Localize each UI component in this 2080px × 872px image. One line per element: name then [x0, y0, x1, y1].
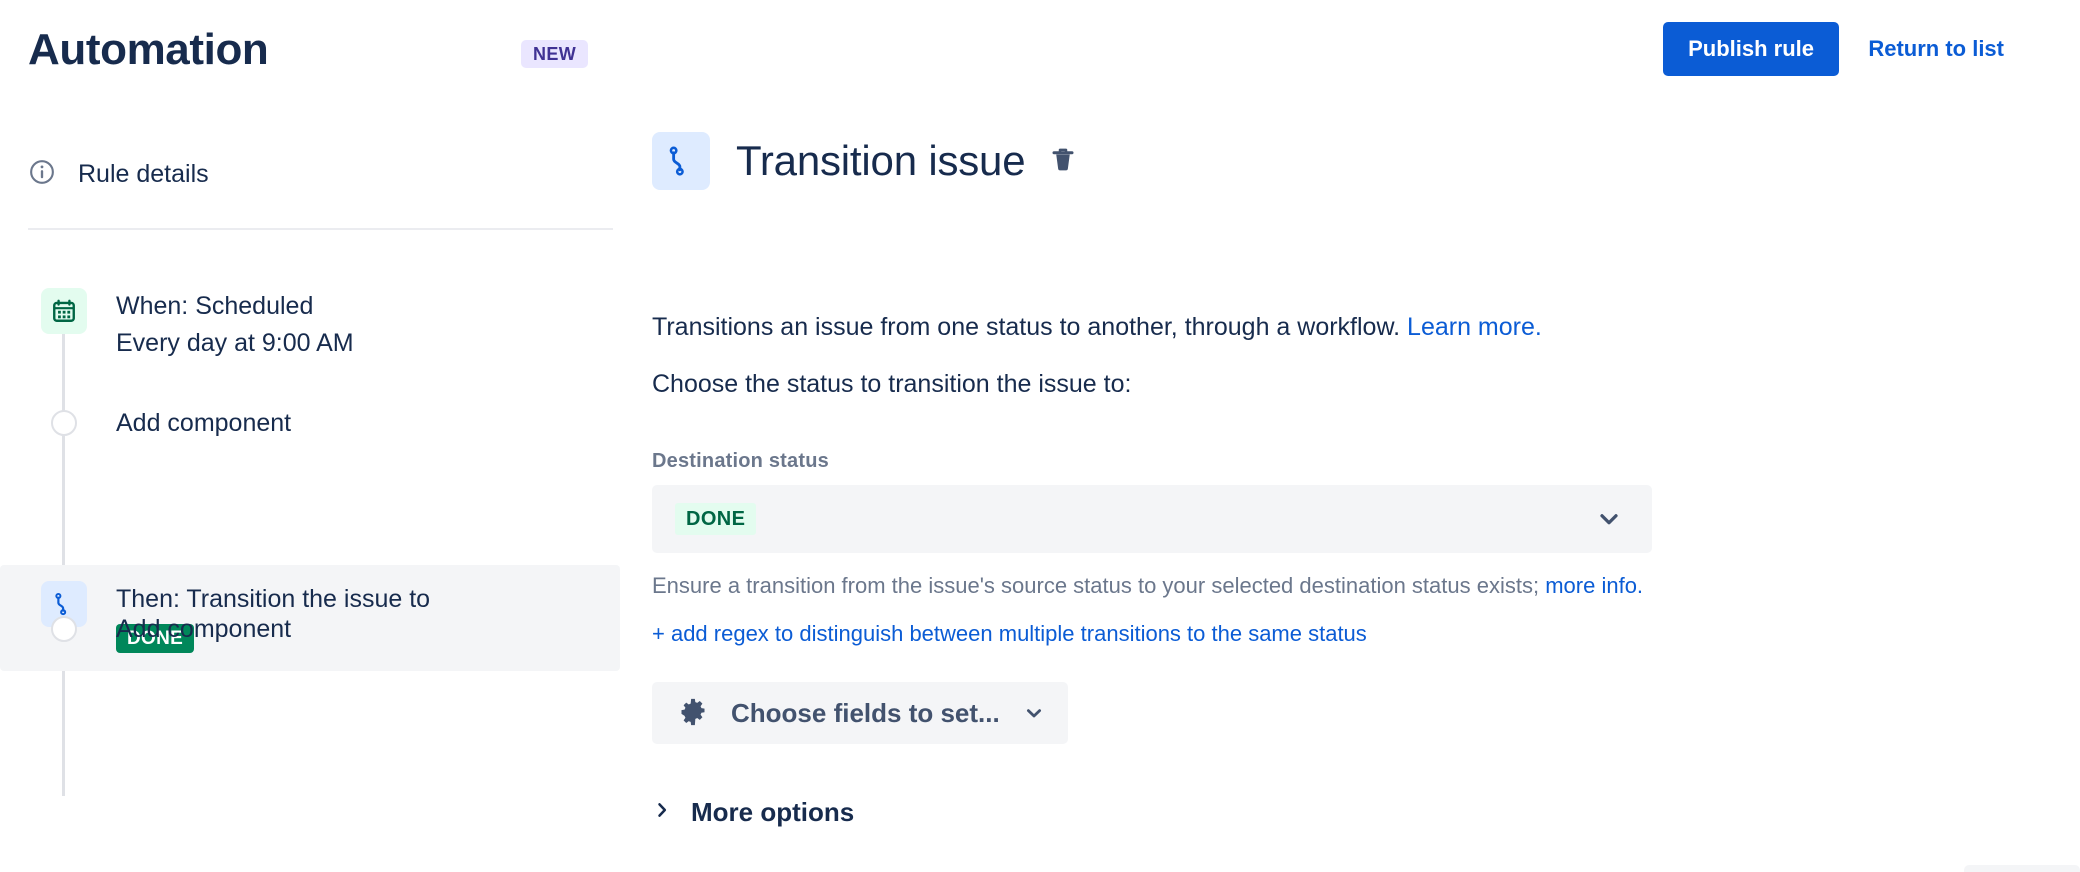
- more-info-link[interactable]: more info.: [1545, 573, 1643, 598]
- rule-node-title: Add component: [116, 408, 292, 437]
- helper-text: Ensure a transition from the issue's sou…: [652, 573, 1540, 598]
- sidebar-divider: [28, 228, 613, 230]
- transition-icon: [652, 132, 710, 190]
- destination-status-helper-text: Ensure a transition from the issue's sou…: [652, 571, 1643, 602]
- rule-node-trigger[interactable]: When: Scheduled Every day at 9:00 AM: [0, 288, 620, 361]
- rule-node-title: Add component: [116, 614, 292, 643]
- save-button[interactable]: Save: [1964, 865, 2080, 872]
- circle-node-icon: [41, 400, 87, 446]
- destination-status-label: Destination status: [652, 450, 829, 472]
- page-header: Automation NEW Publish rule Return to li…: [0, 0, 2080, 110]
- trash-icon: [1048, 145, 1078, 178]
- panel-title: Transition issue: [736, 137, 1026, 184]
- more-options-toggle[interactable]: More options: [652, 797, 854, 828]
- destination-status-select[interactable]: DONE: [652, 485, 1652, 553]
- publish-rule-button[interactable]: Publish rule: [1663, 22, 1839, 76]
- page-title: Automation: [28, 25, 269, 74]
- choose-fields-button[interactable]: Choose fields to set...: [652, 682, 1068, 744]
- panel-description: Transitions an issue from one status to …: [652, 310, 1542, 345]
- panel-description-text: Transitions an issue from one status to …: [652, 313, 1401, 341]
- timeline-connector: [62, 306, 65, 796]
- rule-node-text: When: Scheduled Every day at 9:00 AM: [116, 288, 354, 361]
- chevron-down-icon: [1594, 504, 1624, 534]
- add-regex-link[interactable]: + add regex to distinguish between multi…: [652, 621, 1367, 647]
- rule-sidebar: Rule details When: Scheduled Every day a…: [0, 110, 620, 872]
- sidebar-item-rule-details[interactable]: Rule details: [28, 158, 209, 191]
- rule-node-text: Add component: [116, 407, 291, 440]
- calendar-icon: [41, 288, 87, 334]
- circle-node-icon: [41, 606, 87, 652]
- destination-status-value: DONE: [675, 503, 757, 535]
- delete-action-button[interactable]: [1048, 145, 1078, 178]
- learn-more-link[interactable]: Learn more.: [1407, 313, 1542, 341]
- automation-rule-editor: Automation NEW Publish rule Return to li…: [0, 0, 2080, 872]
- chevron-right-icon: [652, 799, 672, 826]
- more-options-label: More options: [691, 797, 855, 827]
- chevron-down-icon: [1022, 701, 1046, 725]
- choose-fields-label: Choose fields to set...: [731, 697, 1000, 728]
- new-badge: NEW: [521, 40, 589, 68]
- rule-node-text: Add component: [116, 613, 291, 646]
- return-to-list-link[interactable]: Return to list: [1868, 22, 2004, 76]
- choose-status-instruction: Choose the status to transition the issu…: [652, 370, 1132, 398]
- rule-node-subtitle: Every day at 9:00 AM: [116, 328, 354, 357]
- info-icon: [28, 158, 56, 191]
- rule-node-title: When: Scheduled: [116, 292, 314, 320]
- sidebar-item-label: Rule details: [78, 160, 209, 188]
- panel-header: Transition issue: [652, 132, 1078, 190]
- rule-node-add-component-2[interactable]: Add component: [0, 606, 620, 652]
- action-detail-panel: Transition issue Transitions an issue fr…: [652, 110, 2080, 872]
- rule-node-add-component-1[interactable]: Add component: [0, 400, 620, 446]
- gear-icon: [677, 696, 709, 731]
